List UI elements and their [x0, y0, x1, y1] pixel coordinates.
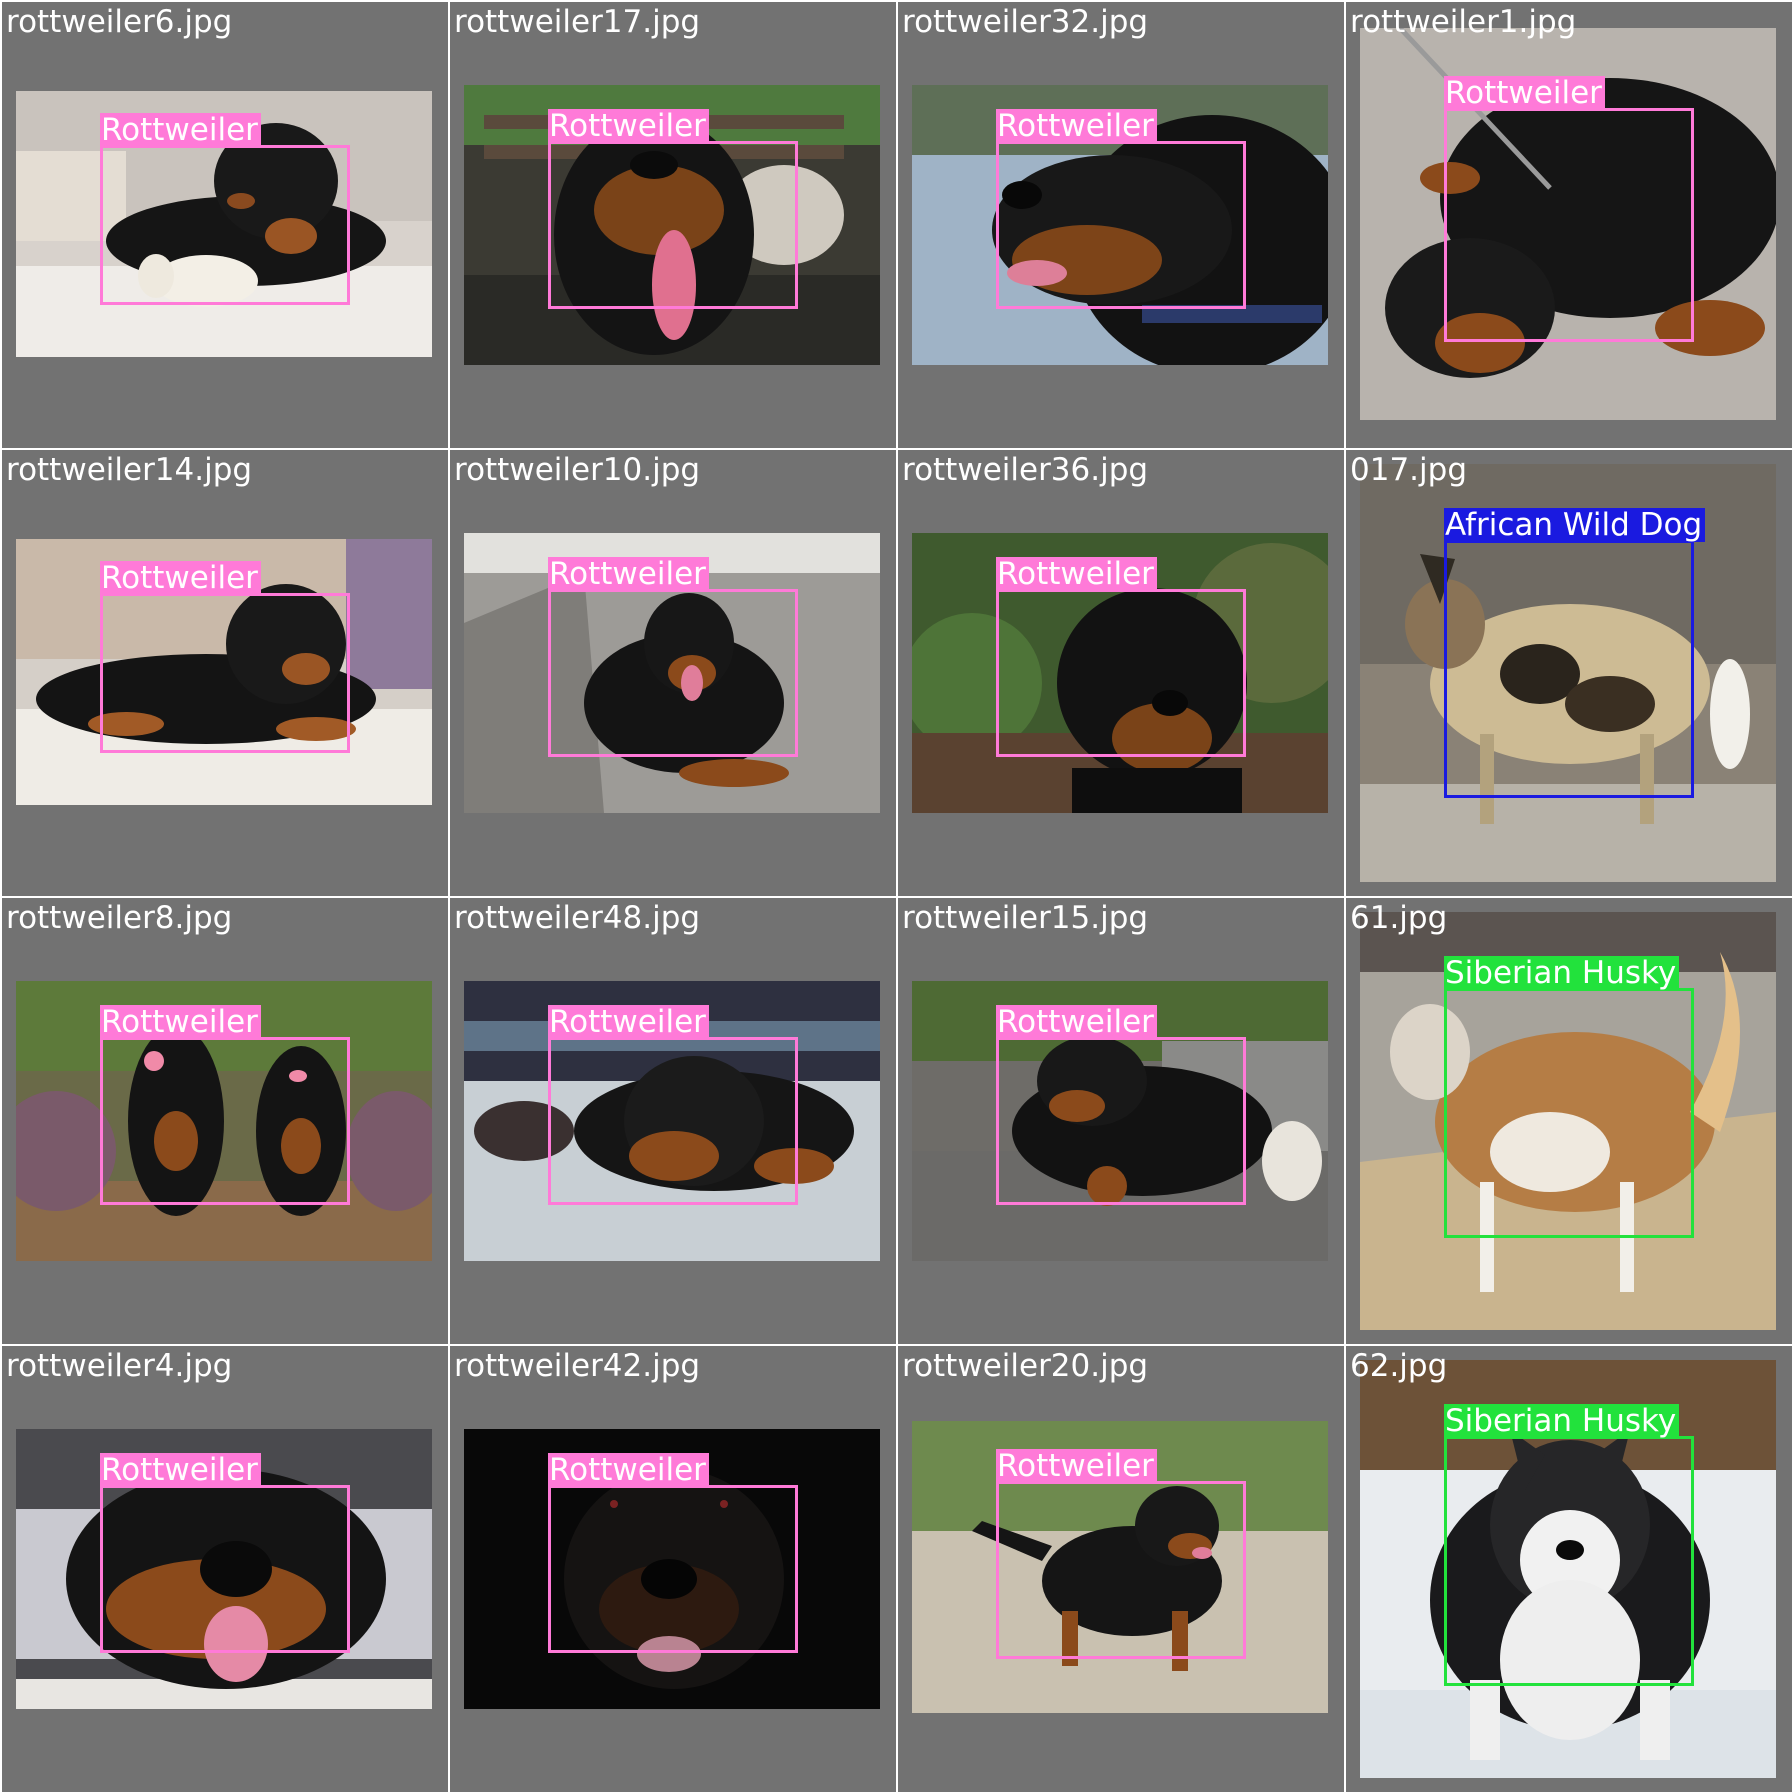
filename-label: rottweiler8.jpg: [6, 900, 233, 936]
tile-rottweiler10: rottweiler10.jpg Rottweiler: [450, 450, 896, 896]
bounding-box: [1444, 540, 1694, 798]
filename-label: rottweiler36.jpg: [902, 452, 1149, 488]
filename-label: rottweiler4.jpg: [6, 1348, 233, 1384]
class-label: Siberian Husky: [1444, 956, 1680, 990]
tile-rottweiler6: rottweiler6.jpg Rottweiler: [2, 2, 448, 448]
bounding-box: [548, 589, 798, 757]
tile-rottweiler36: rottweiler36.jpg Rottweiler: [898, 450, 1344, 896]
class-label: Rottweiler: [548, 1453, 709, 1487]
class-label: Rottweiler: [100, 1005, 261, 1039]
filename-label: rottweiler17.jpg: [454, 4, 701, 40]
bounding-box: [996, 589, 1246, 757]
bounding-box: [548, 1485, 798, 1653]
tile-rottweiler48: rottweiler48.jpg Rottweiler: [450, 898, 896, 1344]
class-label: Rottweiler: [996, 1005, 1157, 1039]
class-label: Rottweiler: [100, 113, 261, 147]
tile-62: 62.jpg Siberian Husky: [1346, 1346, 1792, 1792]
tile-rottweiler8: rottweiler8.jpg Rottweiler: [2, 898, 448, 1344]
class-label: Siberian Husky: [1444, 1404, 1680, 1438]
filename-label: 61.jpg: [1350, 900, 1448, 936]
class-label: African Wild Dog: [1444, 508, 1706, 542]
bounding-box: [548, 1037, 798, 1205]
class-label: Rottweiler: [1444, 76, 1605, 110]
bounding-box: [996, 141, 1246, 309]
tile-017: 017.jpg African Wild Dog: [1346, 450, 1792, 896]
class-label: Rottweiler: [996, 1449, 1157, 1483]
tile-rottweiler42: rottweiler42.jpg Rottweiler: [450, 1346, 896, 1792]
bounding-box: [996, 1037, 1246, 1205]
filename-label: rottweiler14.jpg: [6, 452, 253, 488]
class-label: Rottweiler: [548, 557, 709, 591]
class-label: Rottweiler: [996, 557, 1157, 591]
bounding-box: [996, 1481, 1246, 1659]
class-label: Rottweiler: [100, 1453, 261, 1487]
filename-label: rottweiler20.jpg: [902, 1348, 1149, 1384]
filename-label: 62.jpg: [1350, 1348, 1448, 1384]
tile-rottweiler17: rottweiler17.jpg Rottweiler: [450, 2, 896, 448]
bounding-box: [100, 1485, 350, 1653]
tile-rottweiler4: rottweiler4.jpg Rottweiler: [2, 1346, 448, 1792]
tile-61: 61.jpg Siberian Husky: [1346, 898, 1792, 1344]
class-label: Rottweiler: [100, 561, 261, 595]
tile-rottweiler1: rottweiler1.jpg Rottweiler: [1346, 2, 1792, 448]
filename-label: rottweiler1.jpg: [1350, 4, 1577, 40]
bounding-box: [1444, 1436, 1694, 1686]
bounding-box: [1444, 988, 1694, 1238]
filename-label: rottweiler10.jpg: [454, 452, 701, 488]
tile-rottweiler32: rottweiler32.jpg Rottweiler: [898, 2, 1344, 448]
tile-rottweiler20: rottweiler20.jpg Rottweiler: [898, 1346, 1344, 1792]
bounding-box: [548, 141, 798, 309]
detection-mosaic: rottweiler6.jpg Rottweiler rottweiler17.…: [0, 0, 1792, 1792]
tile-rottweiler14: rottweiler14.jpg Rottweiler: [2, 450, 448, 896]
filename-label: rottweiler48.jpg: [454, 900, 701, 936]
tile-rottweiler15: rottweiler15.jpg Rottweiler: [898, 898, 1344, 1344]
filename-label: rottweiler6.jpg: [6, 4, 233, 40]
class-label: Rottweiler: [548, 1005, 709, 1039]
class-label: Rottweiler: [548, 109, 709, 143]
bounding-box: [1444, 108, 1694, 342]
bounding-box: [100, 145, 350, 305]
filename-label: rottweiler42.jpg: [454, 1348, 701, 1384]
filename-label: 017.jpg: [1350, 452, 1467, 488]
bounding-box: [100, 593, 350, 753]
bounding-box: [100, 1037, 350, 1205]
filename-label: rottweiler32.jpg: [902, 4, 1149, 40]
filename-label: rottweiler15.jpg: [902, 900, 1149, 936]
class-label: Rottweiler: [996, 109, 1157, 143]
